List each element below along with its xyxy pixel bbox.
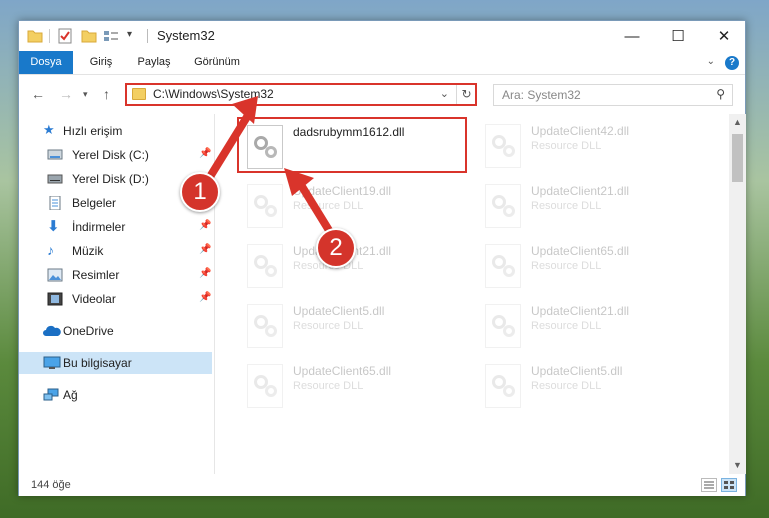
callout-badge-two: 2 — [316, 228, 356, 268]
arrow-one — [204, 108, 254, 184]
callout-badge-one: 1 — [180, 172, 220, 212]
arrow-two — [294, 176, 334, 236]
callout-arrows — [204, 96, 334, 236]
